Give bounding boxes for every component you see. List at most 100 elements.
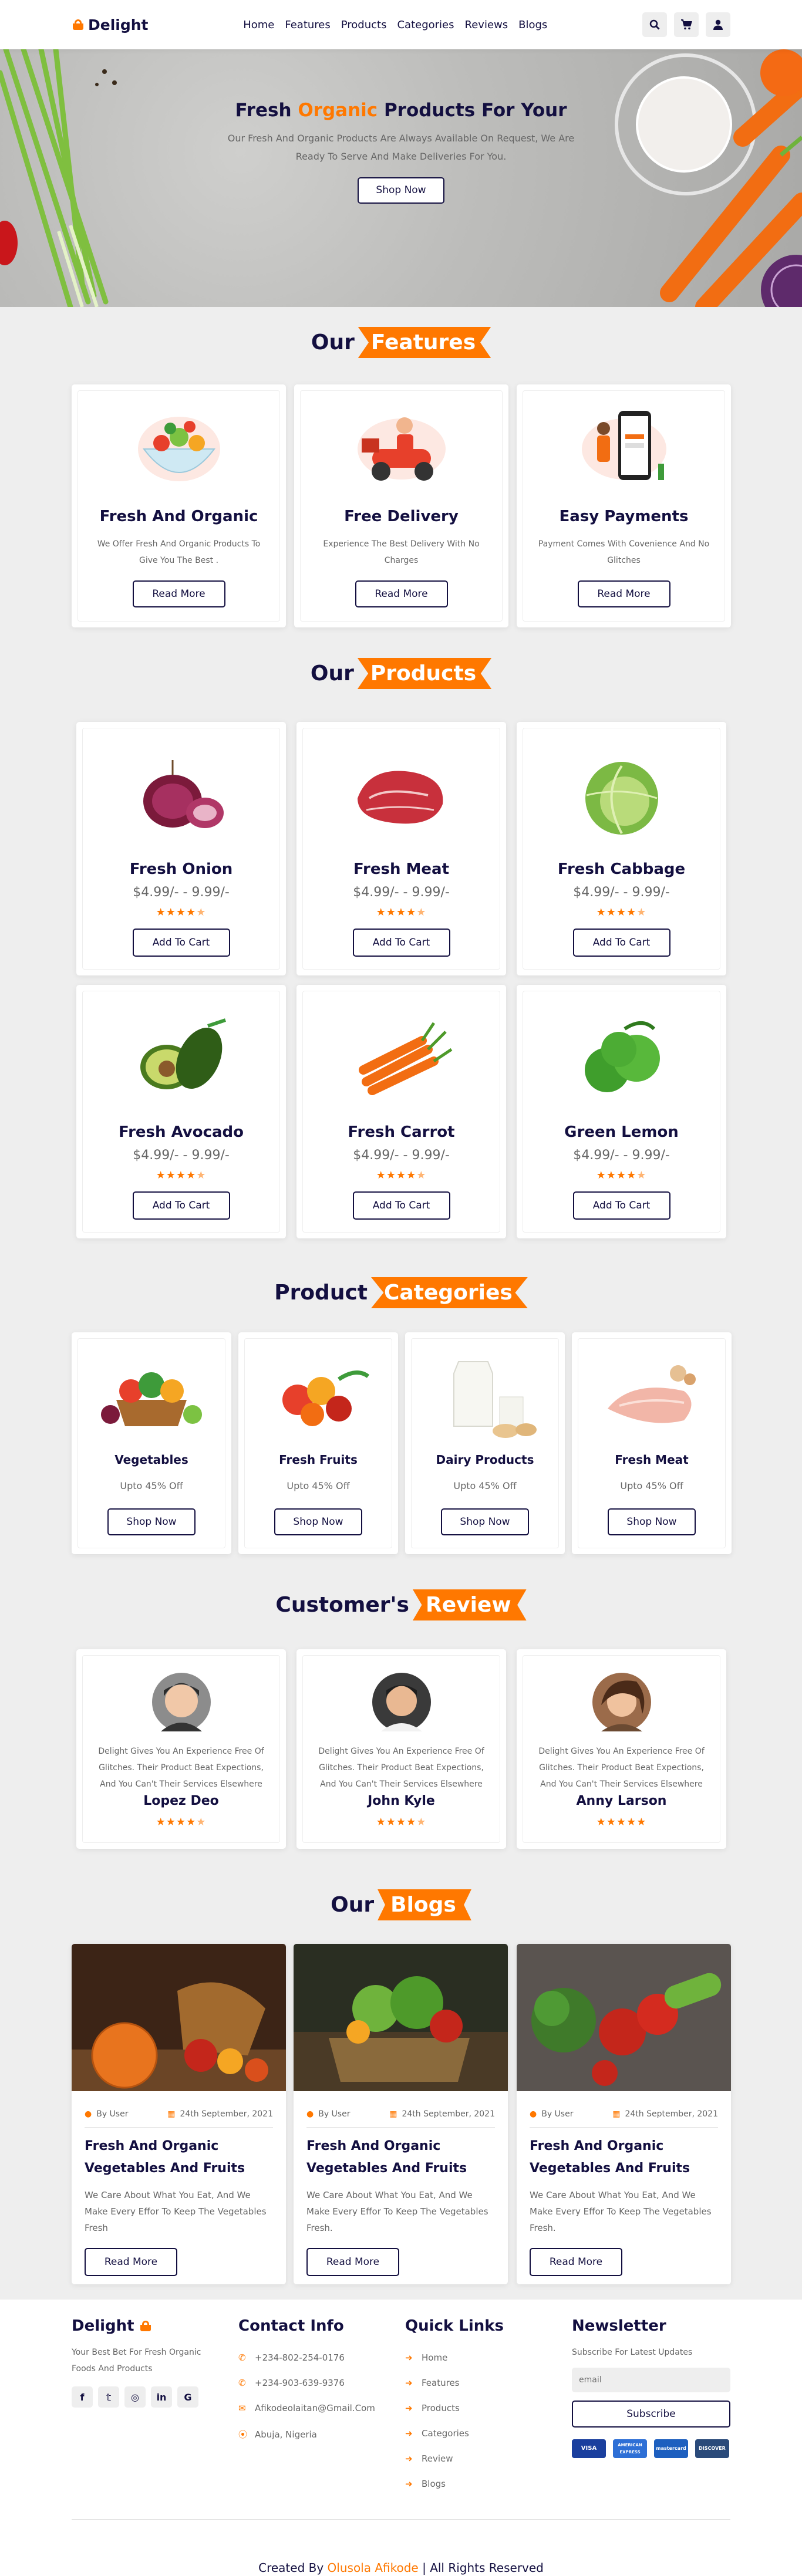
features-heading: Our Features [0,327,802,364]
rating-stars: ★★★★★ [596,1816,647,1828]
read-more-button[interactable]: Read More [577,580,670,607]
blog-text: We Care About What You Eat, And We Make … [85,2190,267,2233]
arrow-right-icon: ➜ [405,2453,413,2464]
product-card: Green Lemon $4.99/- - 9.99/- ★★★★★ Add T… [517,985,726,1238]
shop-now-button[interactable]: Shop Now [608,1508,696,1535]
calendar-icon: ▦ [167,2109,176,2119]
reviewer-name: John Kyle [368,1794,435,1808]
contact-email[interactable]: Afikodeolaitan@Gmail.Com [255,2403,375,2413]
customer-avatar [151,1673,211,1731]
blog-title: Fresh And Organic Vegetables And Fruits [306,2139,467,2176]
product-card: Fresh Cabbage $4.99/- - 9.99/- ★★★★★ Add… [517,722,726,975]
subscribe-button[interactable]: Subscribe [572,2401,730,2428]
newsletter-title: Newsletter [572,2317,666,2335]
feature-description: We Offer Fresh And Organic Products To G… [97,539,261,565]
basket-icon [139,2321,152,2331]
blog-card: ● By User ▦ 24th September, 2021 Fresh And… [72,1944,286,2284]
footer-link-features[interactable]: ➜ Features [405,2378,552,2388]
basket-icon [72,19,85,30]
navbar: Home Features Products Categories Review… [243,19,547,31]
footer-link-categories[interactable]: ➜ Categories [405,2428,552,2439]
blog-author: By User [96,2109,129,2119]
reviewer-name: Lopez Deo [143,1794,219,1808]
read-more-button[interactable]: Read More [306,2248,399,2276]
product-price: $4.99/- - 9.99/- [353,1148,450,1163]
logo[interactable]: Delight [72,16,149,33]
nav-categories[interactable]: Categories [397,19,454,31]
contact-location: Abuja, Nigeria [255,2429,317,2440]
read-more-button[interactable]: Read More [85,2248,177,2276]
read-more-button[interactable]: Read More [355,580,448,607]
product-price: $4.99/- - 9.99/- [133,885,230,900]
categories-heading: Product Categories [0,1277,802,1315]
mobile-payment-illustration [581,411,666,480]
feature-description: Payment Comes With Covenience And No Gli… [538,539,710,565]
delivery-scooter-illustration [357,417,446,481]
read-more-button[interactable]: Read More [530,2248,622,2276]
feature-title: Fresh And Organic [99,508,258,525]
shop-now-button[interactable]: Shop Now [358,177,444,204]
review-card: Delight Gives You An Experience Free Of … [76,1649,286,1849]
add-to-cart-button[interactable]: Add To Cart [132,1191,230,1220]
user-icon[interactable] [705,12,730,37]
google-icon[interactable]: G [177,2386,198,2408]
footer-link-review[interactable]: ➜ Review [405,2453,552,2464]
footer: Delight Your Best Bet For Fresh Organic … [0,2300,802,2576]
rating-stars: ★★★★★ [156,1169,207,1181]
blog-date: 24th September, 2021 [625,2109,718,2119]
vegetables-basket-image [101,1372,202,1426]
read-more-button[interactable]: Read More [132,580,225,607]
search-icon[interactable] [642,12,667,37]
newsletter-email-input[interactable] [572,2368,730,2392]
feature-title: Easy Payments [559,508,689,525]
blog-date: 24th September, 2021 [402,2109,495,2119]
add-to-cart-button[interactable]: Add To Cart [132,929,230,957]
calendar-icon: ▦ [389,2109,397,2119]
twitter-icon[interactable]: 𝕥 [98,2386,119,2408]
add-to-cart-button[interactable]: Add To Cart [572,1191,670,1220]
feature-description: Experience The Best Delivery With No Cha… [323,539,480,565]
calendar-icon: ▦ [612,2109,621,2119]
author-link[interactable]: Olusola Afikode [328,2561,419,2575]
product-card: Fresh Carrot $4.99/- - 9.99/- ★★★★★ Add … [296,985,506,1238]
cart-icon[interactable] [673,12,699,37]
category-card: Vegetables Upto 45% Off Shop Now [72,1332,231,1554]
category-name: Dairy Products [436,1453,534,1467]
review-text: Delight Gives You An Experience Free Of … [318,1747,484,1789]
blog-meta: ● By User ▦ 24th September, 2021 [306,2109,495,2128]
footer-quick-links: Quick Links ➜ Home ➜ Features ➜ Products ➜ C… [405,2317,552,2489]
shop-now-button[interactable]: Shop Now [274,1508,362,1535]
nav-reviews[interactable]: Reviews [465,19,508,31]
avocado-image [140,1018,226,1089]
footer-logo[interactable]: Delight [72,2317,134,2335]
footer-link-products[interactable]: ➜ Products [405,2403,552,2413]
instagram-icon[interactable]: ◎ [124,2386,146,2408]
feature-card: Easy Payments Payment Comes With Covenie… [517,384,731,627]
nav-products[interactable]: Products [341,19,387,31]
quick-links-title: Quick Links [405,2317,504,2335]
nav-features[interactable]: Features [285,19,330,31]
product-name: Fresh Cabbage [557,860,686,878]
nav-home[interactable]: Home [243,19,274,31]
reviewer-name: Anny Larson [576,1794,667,1808]
category-offer: Upto 45% Off [287,1480,350,1491]
add-to-cart-button[interactable]: Add To Cart [572,929,670,957]
footer-link-blogs[interactable]: ➜ Blogs [405,2479,552,2489]
facebook-icon[interactable]: f [72,2386,93,2408]
add-to-cart-button[interactable]: Add To Cart [352,1191,450,1220]
contact-phone[interactable]: +234-903-639-9376 [255,2378,345,2388]
shop-now-button[interactable]: Shop Now [441,1508,529,1535]
add-to-cart-button[interactable]: Add To Cart [352,929,450,957]
blog-meta: ● By User ▦ 24th September, 2021 [85,2109,273,2128]
footer-link-home[interactable]: ➜ Home [405,2352,552,2363]
shop-now-button[interactable]: Shop Now [107,1508,196,1535]
product-name: Fresh Avocado [118,1123,244,1141]
amex-card-icon: AMERICAN EXPRESS [613,2439,647,2458]
contact-phone[interactable]: +234-802-254-0176 [255,2352,345,2363]
envelope-icon: ✉ [238,2403,246,2413]
rating-stars: ★★★★★ [376,1169,427,1181]
carrot-image [358,1022,452,1095]
linkedin-icon[interactable]: in [151,2386,172,2408]
arrow-right-icon: ➜ [405,2378,413,2388]
nav-blogs[interactable]: Blogs [518,19,547,31]
